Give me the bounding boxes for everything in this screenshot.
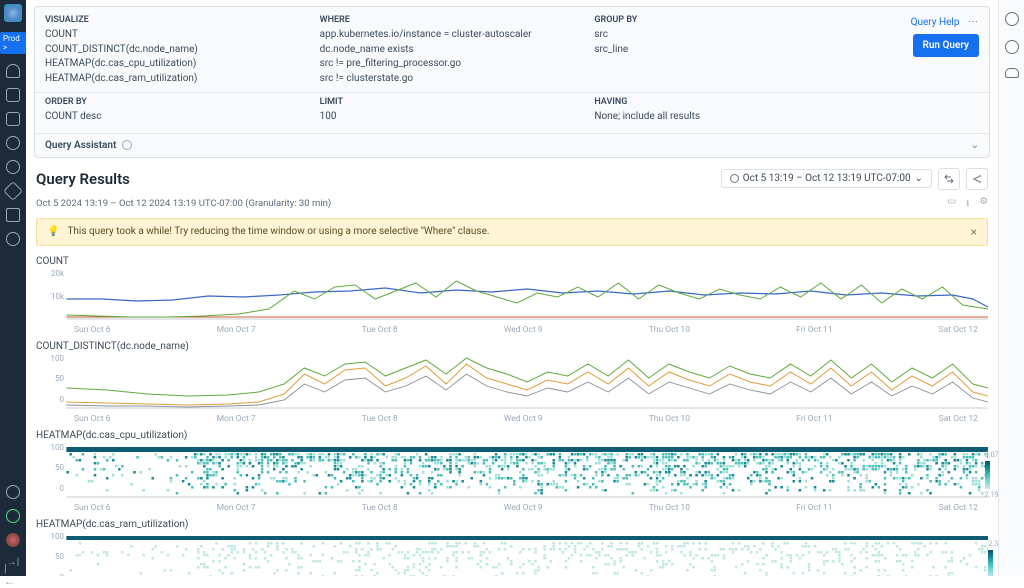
heatmap-legend: 5.07k 2.19k bbox=[985, 451, 998, 499]
distinct-line-chart[interactable]: 100500 bbox=[36, 354, 988, 414]
chart-panel-distinct: COUNT_DISTINCT(dc.node_name) 100500 Sun … bbox=[26, 337, 998, 426]
nav-slos-icon[interactable] bbox=[6, 160, 20, 174]
sparkle-icon bbox=[122, 140, 132, 150]
orderby-clause[interactable]: ORDER BY COUNT desc bbox=[45, 97, 304, 125]
nav-history-icon[interactable] bbox=[6, 232, 20, 246]
chart-title: COUNT_DISTINCT(dc.node_name) bbox=[36, 341, 988, 352]
nav-status-ok-icon[interactable] bbox=[6, 509, 20, 523]
query-more-menu[interactable]: ··· bbox=[968, 17, 979, 28]
lightbulb-icon: 💡 bbox=[47, 226, 59, 237]
nav-user-avatar[interactable] bbox=[6, 533, 20, 547]
chart-panel-heatmap-ram: HEATMAP(dc.cas_ram_utilization) 100500 2… bbox=[26, 515, 998, 577]
settings-icon[interactable]: ⚙ bbox=[979, 196, 988, 212]
x-axis-labels: Sun Oct 6Mon Oct 7Tue Oct 8Wed Oct 9Thu … bbox=[36, 325, 988, 335]
query-assistant-label: Query Assistant bbox=[45, 140, 116, 151]
results-title: Query Results bbox=[36, 170, 130, 188]
chevron-down-icon: ⌄ bbox=[915, 173, 923, 184]
ram-heatmap-chart[interactable]: 100500 2.36 922 bbox=[36, 532, 988, 577]
groupby-clause[interactable]: GROUP BY src src_line bbox=[594, 15, 853, 86]
chart-panel-heatmap-cpu: HEATMAP(dc.cas_cpu_utilization) 100500 5… bbox=[26, 426, 998, 515]
query-assistant-bar[interactable]: Query Assistant ⌄ bbox=[35, 133, 989, 157]
nav-home-icon[interactable] bbox=[6, 64, 20, 78]
chart-title: COUNT bbox=[36, 256, 988, 267]
chart-title: HEATMAP(dc.cas_ram_utilization) bbox=[36, 519, 988, 530]
query-actions: Query Help ··· Run Query bbox=[869, 15, 979, 86]
nav-datasets-icon[interactable] bbox=[6, 208, 20, 222]
env-badge[interactable]: Prod > bbox=[0, 32, 26, 54]
nav-search-icon[interactable] bbox=[6, 485, 20, 499]
where-clause[interactable]: WHERE app.kubernetes.io/instance = clust… bbox=[320, 15, 579, 86]
cpu-heatmap-chart[interactable]: 100500 5.07k 2.19k bbox=[36, 443, 988, 503]
heatmap-legend: 2.36 922 bbox=[988, 540, 998, 577]
annotations-icon[interactable]: ▭ bbox=[947, 196, 956, 212]
time-range-picker[interactable]: Oct 5 13:19 – Oct 12 13:19 UTC-07:00 ⌄ bbox=[721, 169, 932, 188]
clock-icon bbox=[730, 174, 739, 183]
close-icon[interactable]: × bbox=[971, 225, 977, 239]
main-content: VISUALIZE COUNT COUNT_DISTINCT(dc.node_n… bbox=[26, 0, 998, 576]
query-builder: VISUALIZE COUNT COUNT_DISTINCT(dc.node_n… bbox=[34, 6, 990, 158]
share-button[interactable] bbox=[966, 168, 988, 190]
chevron-down-icon: ⌄ bbox=[971, 140, 979, 151]
collaborators-icon[interactable] bbox=[1005, 68, 1019, 78]
query-help-link[interactable]: Query Help bbox=[911, 17, 960, 28]
results-header: Query Results Oct 5 13:19 – Oct 12 13:19… bbox=[26, 158, 998, 196]
run-query-button[interactable]: Run Query bbox=[913, 34, 980, 57]
info-icon[interactable] bbox=[1005, 12, 1019, 26]
x-axis-labels: Sun Oct 6Mon Oct 7Tue Oct 8Wed Oct 9Thu … bbox=[36, 503, 988, 513]
app-logo bbox=[4, 4, 22, 22]
having-clause[interactable]: HAVING None; include all results bbox=[594, 97, 853, 125]
nav-dashboards-icon[interactable] bbox=[6, 88, 20, 102]
right-aux-rail bbox=[998, 0, 1024, 576]
nav-boards-icon[interactable] bbox=[6, 112, 20, 126]
visualize-clause[interactable]: VISUALIZE COUNT COUNT_DISTINCT(dc.node_n… bbox=[45, 15, 304, 86]
x-axis-labels: Sun Oct 6Mon Oct 7Tue Oct 8Wed Oct 9Thu … bbox=[36, 414, 988, 424]
limit-clause[interactable]: LIMIT 100 bbox=[320, 97, 579, 125]
chart-panel-count: COUNT 20k10k Sun Oct 6Mon Oct 7Tue Oct 8… bbox=[26, 252, 998, 337]
slow-query-warning: 💡 This query took a while! Try reducing … bbox=[36, 218, 988, 246]
time-range-label: Oct 5 13:19 – Oct 12 13:19 UTC-07:00 bbox=[743, 173, 911, 184]
history-icon[interactable] bbox=[1005, 40, 1019, 54]
nav-alerts-icon[interactable] bbox=[6, 136, 20, 150]
warning-text: This query took a while! Try reducing th… bbox=[67, 226, 489, 237]
compare-button[interactable] bbox=[938, 168, 960, 190]
count-line-chart[interactable]: 20k10k bbox=[36, 269, 988, 325]
chart-title: HEATMAP(dc.cas_cpu_utilization) bbox=[36, 430, 988, 441]
download-icon[interactable]: ⭳ bbox=[966, 196, 969, 212]
left-nav-rail: Prod > →| bbox=[0, 0, 26, 576]
results-subline: Oct 5 2024 13:19 – Oct 12 2024 13:19 UTC… bbox=[26, 196, 998, 218]
nav-triggers-icon[interactable] bbox=[3, 181, 23, 201]
